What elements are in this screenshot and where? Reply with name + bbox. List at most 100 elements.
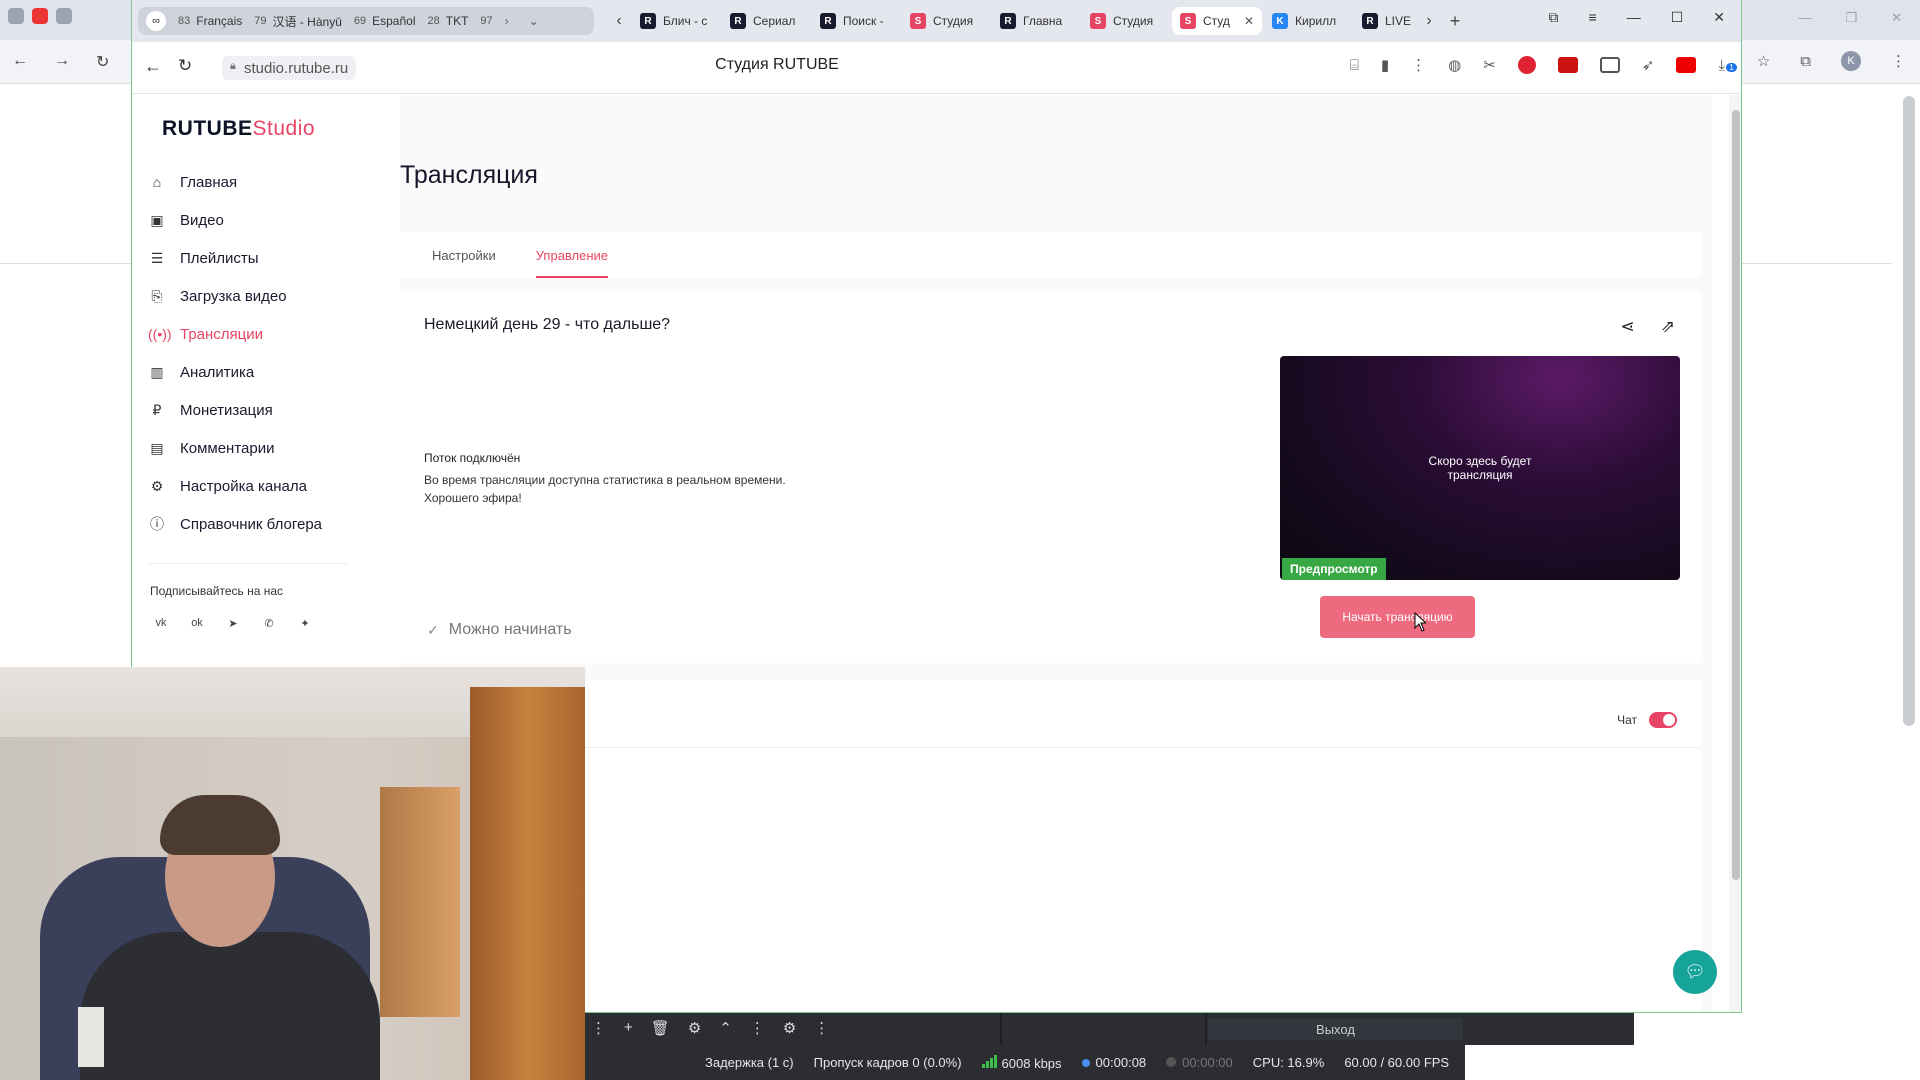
browser-tab[interactable]: R LIVE [1354, 7, 1416, 35]
outer-reload-icon[interactable]: ↻ [96, 52, 109, 72]
sidebar-item-channel-settings[interactable]: ⚙ Настройка канала [148, 467, 348, 505]
page-scrollbar[interactable] [1729, 95, 1741, 1012]
sidebar-item-broadcasts[interactable]: ((•)) Трансляции [148, 315, 348, 353]
rutube-favicon-icon: R [1000, 13, 1016, 29]
tabs-scroll-right-icon[interactable]: › [1418, 12, 1440, 30]
tab-search-icon[interactable]: ⧉ [1549, 9, 1559, 26]
obs-cpu: CPU: 16.9% [1252, 1055, 1325, 1070]
stream-preview[interactable]: Скоро здесь будет трансляция Предпросмот… [1280, 356, 1680, 580]
infinity-icon[interactable]: ∞ [146, 11, 166, 31]
rutube-favicon-icon: R [730, 13, 746, 29]
address-bar-icons: ⌸ ▮ ⋮ ◍ ✂ ➶ ⤓ 1 [1350, 56, 1737, 74]
preview-badge: Предпросмотр [1282, 558, 1386, 580]
obs-menu-icon[interactable]: ⋮ [591, 1019, 606, 1037]
outer-bookmark-star-icon[interactable]: ☆ [1757, 52, 1770, 70]
browser-menu-icon[interactable]: ≡ [1589, 9, 1597, 26]
rutube-favicon-icon: R [1362, 13, 1378, 29]
vk-icon[interactable]: vk [152, 614, 170, 632]
outer-globe-icon[interactable] [56, 8, 72, 24]
obs-menu-icon[interactable]: ⋮ [750, 1019, 765, 1037]
obs-add-icon[interactable]: + [624, 1019, 633, 1037]
support-chat-button[interactable]: 💬︎ [1673, 950, 1717, 994]
browser-tab[interactable]: R Блич - с [632, 7, 720, 35]
viber-icon[interactable]: ✆ [260, 614, 278, 632]
sidebar-divider [148, 563, 348, 564]
outer-forward-icon[interactable]: → [54, 52, 70, 72]
youtube-extension-icon[interactable] [1676, 57, 1697, 73]
sidebar-item-playlists[interactable]: ☰ Плейлисты [148, 239, 348, 277]
rocket-extension-icon[interactable]: ➶ [1642, 56, 1655, 74]
browser-tab-active[interactable]: S Студ ✕ [1172, 7, 1262, 35]
more-socials-icon[interactable]: ✦ [296, 614, 314, 632]
tab-group-francais[interactable]: 83 Français [178, 14, 242, 28]
page-title: Трансляция [400, 161, 538, 189]
obs-trash-icon[interactable]: 🗑︎ [651, 1019, 670, 1037]
tools-icon[interactable]: ✂ [1483, 56, 1496, 74]
start-broadcast-button[interactable]: Начать трансляцию [1320, 596, 1475, 638]
tab-management[interactable]: Управление [535, 232, 609, 278]
chat-toggle[interactable] [1649, 712, 1677, 728]
downloads-icon[interactable]: ⤓ 1 [1718, 57, 1737, 74]
outer-profile-avatar[interactable]: K [1841, 51, 1861, 71]
tab-group-expand-icon[interactable]: ⌄ [529, 14, 539, 28]
adblock-extension-icon[interactable] [1517, 56, 1536, 74]
outer-minimize-icon[interactable]: — [1798, 10, 1811, 26]
tab-group-tkt[interactable]: 28 TKT [428, 14, 469, 28]
outer-menu-icon[interactable]: ⋮ [1891, 52, 1906, 70]
sidebar-item-blogger-guide[interactable]: ⓘ Справочник блогера [148, 505, 348, 543]
outer-scrollbar[interactable] [1903, 96, 1915, 726]
external-link-icon[interactable]: ⇗ [1661, 317, 1675, 337]
obs-panel-divider [1000, 1013, 1002, 1045]
chat-bubble-icon: 💬︎ [1684, 962, 1706, 981]
outer-tab-menu-icon[interactable] [8, 8, 24, 24]
sidebar-item-analytics[interactable]: ▥ Аналитика [148, 353, 348, 391]
tabs-scroll-left-icon[interactable]: ‹ [608, 12, 630, 30]
odnoklassniki-icon[interactable]: ok [188, 614, 206, 632]
outer-youtube-icon[interactable] [32, 8, 48, 24]
outer-restore-icon[interactable]: ❐ [1845, 10, 1857, 26]
tab-close-icon[interactable]: ✕ [1244, 14, 1254, 28]
sidebar-item-home[interactable]: ⌂ Главная [148, 163, 348, 201]
close-window-icon[interactable]: ✕ [1713, 9, 1725, 26]
obs-chevron-up-icon[interactable]: ⌃ [719, 1019, 732, 1037]
browser-tab[interactable]: K Кирилл [1264, 7, 1352, 35]
maximize-icon[interactable]: ☐ [1671, 9, 1684, 26]
more-options-icon[interactable]: ⋮ [1411, 56, 1426, 74]
tab-label: Студ [1203, 14, 1230, 28]
browser-tab[interactable]: R Сериал [722, 7, 810, 35]
new-tab-icon[interactable]: + [1442, 11, 1468, 32]
outer-extensions-icon[interactable]: ⧉ [1800, 53, 1811, 70]
telegram-icon[interactable]: ➤ [224, 614, 242, 632]
obs-gear-icon[interactable]: ⚙ [688, 1019, 701, 1037]
social-links: vk ok ➤ ✆ ✦ [152, 614, 348, 632]
obs-settings-icon[interactable]: ⚙ [783, 1019, 796, 1037]
outer-back-icon[interactable]: ← [12, 52, 28, 72]
tab-group-scroll-right-icon[interactable]: › [505, 14, 509, 28]
tab-settings[interactable]: Настройки [432, 232, 496, 278]
sidebar-item-comments[interactable]: ▤ Комментарии [148, 429, 348, 467]
obs-exit-button[interactable]: Выход [1208, 1018, 1463, 1040]
browser-tab[interactable]: S Студия [1082, 7, 1170, 35]
outer-close-icon[interactable]: ✕ [1891, 10, 1902, 26]
browser-tab[interactable]: R Главна [992, 7, 1080, 35]
minimize-icon[interactable]: — [1627, 9, 1641, 26]
tab-group-97[interactable]: 97 [480, 15, 492, 27]
obs-menu-icon[interactable]: ⋮ [814, 1019, 829, 1037]
chat-divider [400, 747, 1701, 748]
sidebar-item-monetization[interactable]: ₽ Монетизация [148, 391, 348, 429]
record-extension-icon[interactable] [1557, 57, 1578, 73]
share-icon[interactable]: ⋖ [1621, 317, 1635, 337]
bookmark-icon[interactable]: ▮ [1381, 56, 1389, 74]
rutube-studio-logo[interactable]: RUTUBEStudio [162, 117, 315, 141]
sidebar-item-upload[interactable]: ⎘ Загрузка видео [148, 277, 348, 315]
sidebar-item-video[interactable]: ▣ Видео [148, 201, 348, 239]
sidebar-item-label: Главная [180, 173, 238, 191]
browser-tab[interactable]: S Студия [902, 7, 990, 35]
globe-icon[interactable]: ◍ [1448, 56, 1461, 74]
browser-tab[interactable]: R Поиск - [812, 7, 900, 35]
tab-group-hanyu[interactable]: 79 汉语 - Hànyǔ [254, 13, 342, 30]
tab-group-espanol[interactable]: 69 Español [354, 14, 416, 28]
screenshot-extension-icon[interactable] [1599, 57, 1620, 73]
scrollbar-thumb[interactable] [1732, 110, 1740, 880]
translate-icon[interactable]: ⌸ [1350, 57, 1359, 74]
